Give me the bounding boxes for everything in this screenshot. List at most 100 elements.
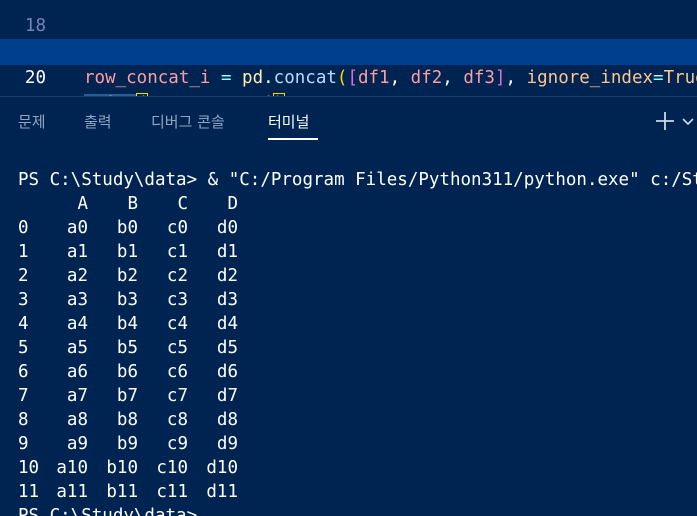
- table-cell: c4: [166, 314, 188, 334]
- header-cell: D: [227, 194, 238, 214]
- table-row: 10 a10 b10 c10 d10: [18, 456, 258, 480]
- table-cell: d8: [216, 410, 238, 430]
- table-cell: b3: [116, 290, 138, 310]
- table-cell: d5: [216, 338, 238, 358]
- table-cell: d9: [216, 434, 238, 454]
- code-token: True: [663, 68, 697, 88]
- code-text[interactable]: row_concat_i = pd.concat([df1, df2, df3]…: [84, 65, 697, 91]
- panel-tabs: 문제 출력 디버그 콘솔 터미널: [0, 97, 697, 141]
- table-row: 8 a8 b8 c8 d8: [18, 408, 258, 432]
- row-index: 9: [18, 434, 29, 454]
- code-token: df3: [463, 68, 495, 88]
- table-cell: a4: [66, 314, 88, 334]
- header-cell: C: [177, 194, 188, 214]
- table-cell: c11: [156, 482, 188, 502]
- table-cell: d6: [216, 362, 238, 382]
- table-row: 7 a7 b7 c7 d7: [18, 384, 258, 408]
- table-cell: a11: [56, 482, 88, 502]
- plus-icon[interactable]: [654, 110, 676, 132]
- code-editor[interactable]: 18 19 row_concat_i = pd.concat([df1, df2…: [0, 0, 697, 96]
- code-token: row_concat_i: [84, 68, 211, 88]
- table-cell: b5: [116, 338, 138, 358]
- table-row: 1 a1 b1 c1 d1: [18, 240, 258, 264]
- table-row: 9 a9 b9 c9 d9: [18, 432, 258, 456]
- table-cell: b2: [116, 266, 138, 286]
- code-line-18[interactable]: 18: [0, 0, 697, 36]
- table-row: 5 a5 b5 c5 d5: [18, 336, 258, 360]
- code-token: [: [347, 68, 358, 88]
- table-cell: d2: [216, 266, 238, 286]
- table-cell: b10: [106, 458, 138, 478]
- code-line-20[interactable]: 20 print(row_concat_i): [0, 39, 697, 96]
- table-row: 11 a11 b11 c11 d11: [18, 480, 258, 504]
- code-token: pd: [242, 68, 264, 88]
- table-cell: d10: [206, 458, 238, 478]
- code-token: df1: [357, 68, 390, 88]
- code-line-19[interactable]: 19 row_concat_i = pd.concat([df1, df2, d…: [0, 13, 697, 88]
- table-cell: a1: [66, 242, 88, 262]
- row-index: 5: [18, 338, 29, 358]
- table-row: 4 a4 b4 c4 d4: [18, 312, 258, 336]
- row-index: 6: [18, 362, 29, 382]
- table-cell: b8: [116, 410, 138, 430]
- table-cell: d7: [216, 386, 238, 406]
- table-cell: b4: [116, 314, 138, 334]
- table-cell: a3: [66, 290, 88, 310]
- table-cell: d1: [216, 242, 238, 262]
- table-cell: b6: [116, 362, 138, 382]
- table-cell: c6: [166, 362, 188, 382]
- row-index: 10: [18, 458, 40, 478]
- code-token: .: [263, 68, 274, 88]
- table-cell: c2: [166, 266, 188, 286]
- table-cell: c1: [166, 242, 188, 262]
- row-index: 0: [18, 218, 29, 238]
- code-token: ignore_index: [526, 68, 654, 88]
- line-number: 20: [24, 68, 46, 88]
- code-token: ,: [505, 68, 527, 88]
- code-token: df2: [410, 68, 443, 88]
- table-cell: a9: [66, 434, 88, 454]
- table-cell: d11: [206, 482, 238, 502]
- code-token: (: [336, 68, 348, 88]
- table-row: 2 a2 b2 c2 d2: [18, 264, 258, 288]
- terminal-output[interactable]: PS C:\Study\data> & "C:/Program Files/Py…: [0, 168, 697, 516]
- tab-output[interactable]: 출력: [84, 111, 112, 132]
- code-token: ,: [389, 68, 411, 88]
- tab-debug-console[interactable]: 디버그 콘솔: [151, 111, 225, 132]
- table-header: A B C D: [18, 192, 258, 216]
- table-cell: a8: [66, 410, 88, 430]
- table-cell: c7: [166, 386, 188, 406]
- code-token: concat: [273, 68, 337, 88]
- table-cell: c5: [166, 338, 188, 358]
- row-index: 3: [18, 290, 29, 310]
- table-cell: a6: [66, 362, 88, 382]
- terminal-command: PS C:\Study\data> & "C:/Program Files/Py…: [18, 170, 697, 190]
- row-index: 1: [18, 242, 29, 262]
- table-cell: b7: [116, 386, 138, 406]
- code-token: ]: [494, 68, 506, 88]
- table-row: 6 a6 b6 c6 d6: [18, 360, 258, 384]
- tab-problems[interactable]: 문제: [18, 111, 46, 132]
- row-index: 7: [18, 386, 29, 406]
- table-cell: d3: [216, 290, 238, 310]
- table-row: 3 a3 b3 c3 d3: [18, 288, 258, 312]
- code-token: =: [210, 68, 243, 88]
- row-index: 2: [18, 266, 29, 286]
- table-cell: b9: [116, 434, 138, 454]
- table-cell: a2: [66, 266, 88, 286]
- active-tab-indicator: [268, 138, 318, 140]
- header-cell: B: [127, 194, 138, 214]
- code-token: ,: [442, 68, 464, 88]
- table-cell: c3: [166, 290, 188, 310]
- tab-terminal[interactable]: 터미널: [268, 111, 309, 132]
- table-cell: a7: [66, 386, 88, 406]
- table-cell: d4: [216, 314, 238, 334]
- row-index: 4: [18, 314, 29, 334]
- table-cell: b1: [116, 242, 138, 262]
- terminal-prompt: PS C:\Study\data>: [18, 506, 198, 516]
- table-cell: b11: [106, 482, 138, 502]
- table-row: 0 a0 b0 c0 d0: [18, 216, 258, 240]
- chevron-down-icon[interactable]: [681, 114, 695, 128]
- header-cell: A: [77, 194, 88, 214]
- code-token: =: [653, 68, 664, 88]
